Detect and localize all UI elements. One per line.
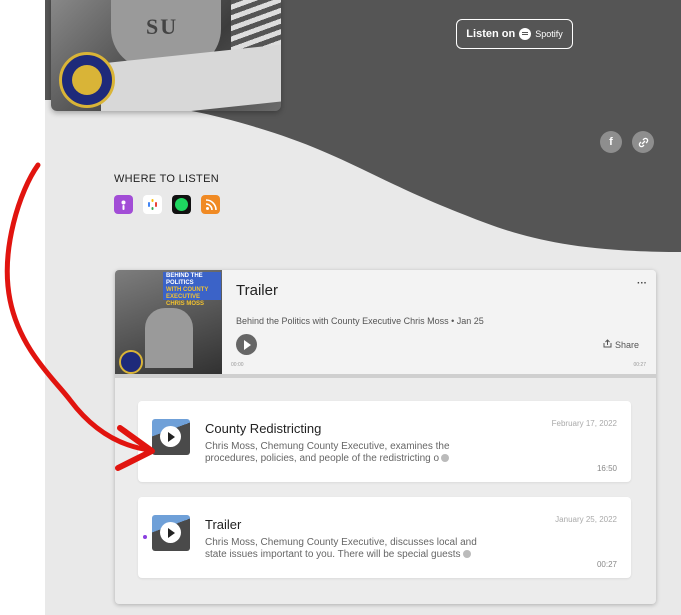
new-episode-dot xyxy=(143,535,147,539)
episode-card[interactable]: Trailer Chris Moss, Chemung County Execu… xyxy=(138,497,631,578)
episode-card[interactable]: County Redistricting Chris Moss, Chemung… xyxy=(138,401,631,482)
artwork-seal xyxy=(119,350,143,374)
podcast-cover-image: SU xyxy=(51,0,281,111)
listen-on-spotify-button[interactable]: Listen on Spotify xyxy=(456,19,573,49)
episode-date: February 17, 2022 xyxy=(551,419,617,428)
episode-play-button[interactable] xyxy=(160,426,181,447)
episode-play-button[interactable] xyxy=(160,522,181,543)
more-options-icon[interactable]: ··· xyxy=(637,278,647,289)
more-icon[interactable] xyxy=(462,550,471,559)
artwork-banner-line1: BEHIND THE xyxy=(166,273,203,279)
artwork-banner-line3: WITH COUNTY EXECUTIVE CHRIS MOSS xyxy=(166,287,209,307)
rss-icon[interactable] xyxy=(201,195,220,214)
episode-description-text: Chris Moss, Chemung County Executive, ex… xyxy=(205,441,450,464)
spotify-wordmark: Spotify xyxy=(535,29,563,39)
elapsed-time: 00:00 xyxy=(231,362,244,368)
episode-description: Chris Moss, Chemung County Executive, ex… xyxy=(205,441,495,465)
google-podcasts-icon[interactable] xyxy=(143,195,162,214)
total-time: 00:27 xyxy=(633,362,646,368)
episode-thumbnail xyxy=(152,515,190,551)
platform-links xyxy=(114,195,220,214)
page: SU Listen on Spotify f WHERE TO LISTEN B… xyxy=(0,0,681,615)
episode-thumbnail xyxy=(152,419,190,455)
episode-description-text: Chris Moss, Chemung County Executive, di… xyxy=(205,537,477,560)
listen-on-label: Listen on xyxy=(466,28,516,40)
share-icon xyxy=(603,339,612,348)
featured-player: BEHIND THE POLITICS WITH COUNTY EXECUTIV… xyxy=(115,270,656,378)
apple-podcasts-icon[interactable] xyxy=(114,195,133,214)
more-icon[interactable] xyxy=(441,454,450,463)
podcast-page: SU Listen on Spotify f WHERE TO LISTEN B… xyxy=(45,0,681,615)
where-to-listen-heading: WHERE TO LISTEN xyxy=(114,173,219,185)
episode-title[interactable]: Trailer xyxy=(205,517,241,532)
link-icon[interactable] xyxy=(632,131,654,153)
artwork-banner-line2: POLITICS xyxy=(166,280,194,286)
artwork-person xyxy=(145,308,193,368)
play-icon xyxy=(168,431,175,442)
player-episode-title: Trailer xyxy=(236,282,278,299)
spotify-icon xyxy=(519,28,532,40)
share-button[interactable]: Share xyxy=(603,339,639,350)
episode-title[interactable]: County Redistricting xyxy=(205,421,321,436)
cover-sweatshirt-text: SU xyxy=(146,14,179,39)
play-icon xyxy=(244,339,251,350)
play-button[interactable] xyxy=(236,334,257,355)
episode-description: Chris Moss, Chemung County Executive, di… xyxy=(205,537,495,561)
facebook-icon[interactable]: f xyxy=(600,131,622,153)
county-seal-logo xyxy=(59,52,115,108)
artwork-banner: BEHIND THE POLITICS WITH COUNTY EXECUTIV… xyxy=(163,272,221,307)
episode-artwork: BEHIND THE POLITICS WITH COUNTY EXECUTIV… xyxy=(115,270,222,378)
player-episode-meta: Behind the Politics with County Executiv… xyxy=(236,316,484,326)
episode-duration: 16:50 xyxy=(596,464,617,473)
episode-date: January 25, 2022 xyxy=(555,515,617,524)
episode-duration: 00:27 xyxy=(596,560,617,569)
play-icon xyxy=(168,527,175,538)
spotify-icon[interactable] xyxy=(172,195,191,214)
playback-progress-bar[interactable] xyxy=(115,374,656,378)
episode-player-widget: BEHIND THE POLITICS WITH COUNTY EXECUTIV… xyxy=(115,270,656,604)
share-label: Share xyxy=(614,340,639,350)
left-gutter xyxy=(0,0,45,615)
